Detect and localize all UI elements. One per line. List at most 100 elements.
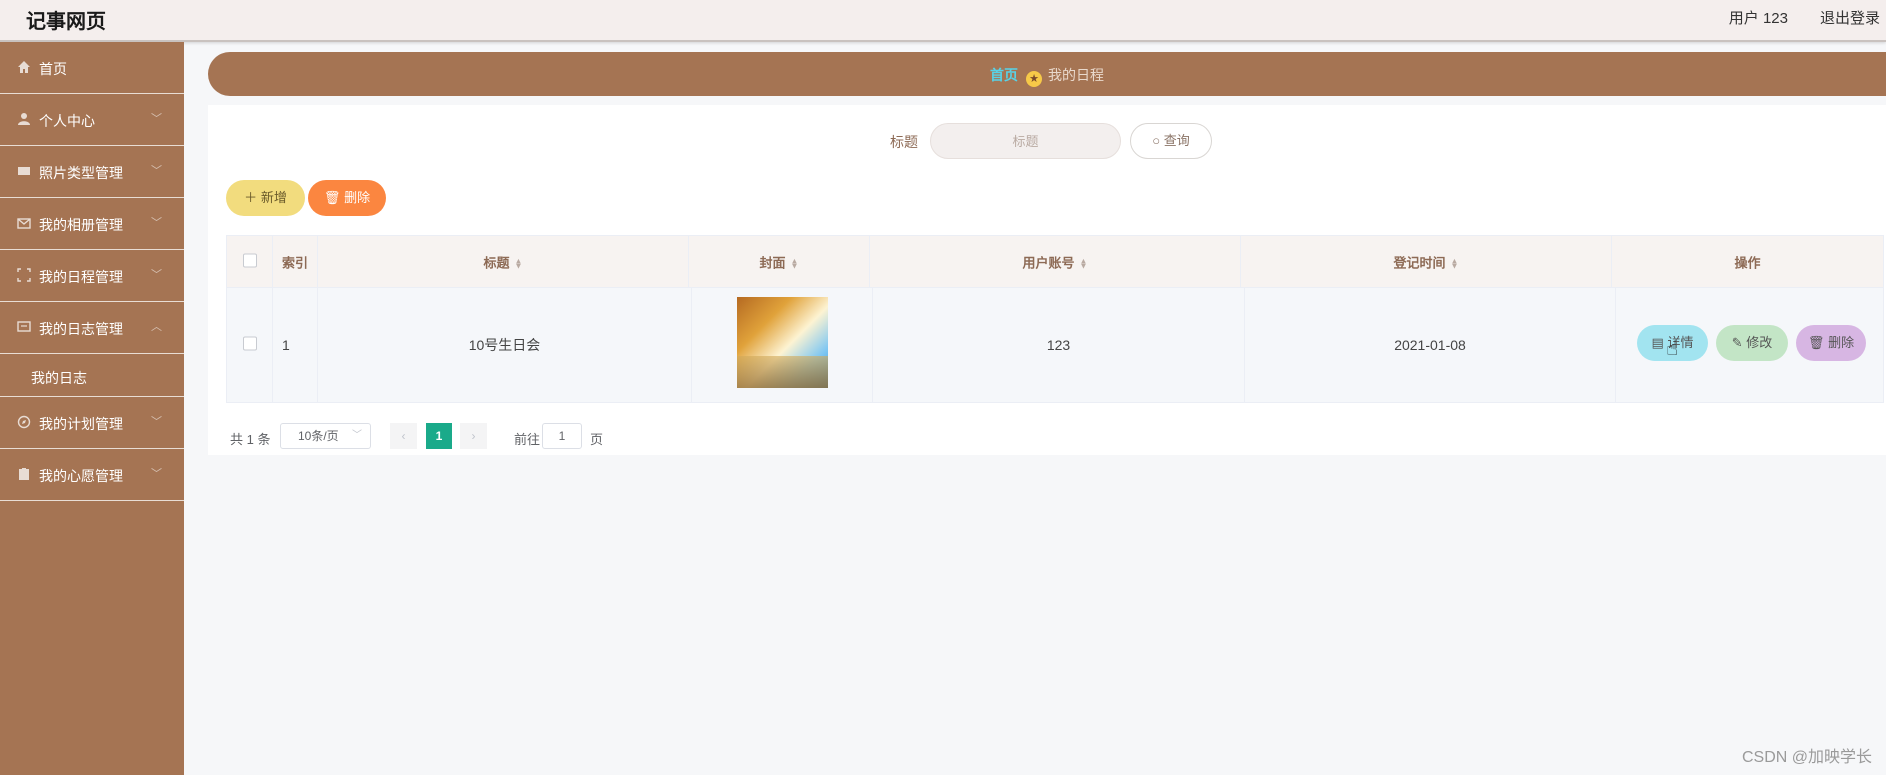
message-icon: [17, 321, 31, 332]
header-account-label: 用户账号: [1022, 255, 1075, 270]
pencil-icon: ✎: [1731, 335, 1743, 350]
breadcrumb-current: 我的日程: [1048, 67, 1104, 83]
watermark: CSDN @加映学长: [1741, 749, 1872, 766]
row-delete-button-label: 删除: [1828, 335, 1855, 350]
mail-icon: [17, 218, 31, 229]
sidebar: 首页 个人中心 ﹀ 照片类型管理 ﹀ 我的相册管理 ﹀ 我的日程管理 ﹀ 我的日…: [0, 42, 184, 775]
chevron-down-icon: ﹀: [151, 269, 162, 281]
sidebar-item-label: 我的心愿管理: [39, 468, 123, 484]
row-select-cell: [227, 288, 273, 402]
chevron-down-icon: ﹀: [151, 416, 162, 428]
edit-button[interactable]: ✎ 修改: [1716, 325, 1788, 361]
sidebar-item-personal-center[interactable]: 个人中心 ﹀: [0, 94, 184, 146]
page-unit-label: 页: [590, 432, 604, 447]
sidebar-item-label: 我的相册管理: [39, 217, 123, 233]
chevron-down-icon: ﹀: [352, 430, 362, 441]
next-page-button[interactable]: ›: [460, 423, 487, 449]
sort-icon[interactable]: ▲ ▼: [1451, 257, 1459, 270]
row-cover: [692, 288, 873, 402]
clipboard-icon: [19, 468, 29, 480]
header-cover-label: 封面: [759, 255, 786, 270]
page-jump-input[interactable]: [542, 423, 582, 449]
star-icon: ★: [1026, 71, 1042, 87]
sidebar-item-wish[interactable]: 我的心愿管理 ﹀: [0, 449, 184, 501]
breadcrumb: 首页 ★ 我的日程: [208, 52, 1886, 96]
row-date: 2021-01-08: [1245, 288, 1616, 402]
batch-delete-button[interactable]: 🗑 删除: [308, 180, 386, 216]
delete-button-label: 删除: [344, 190, 371, 205]
add-button[interactable]: ＋ 新增: [226, 180, 305, 216]
app-title: 记事网页: [26, 11, 106, 33]
document-icon: ▤: [1651, 335, 1664, 350]
add-button-label: 新增: [260, 190, 287, 205]
compass-icon: [17, 415, 31, 429]
logout-link[interactable]: 退出登录: [1820, 7, 1880, 28]
data-table: 索引 标题 ▲ ▼ 封面 ▲ ▼ 用户账号 ▲ ▼ 登记时间 ▲ ▼ 操作 1 10号生日会 1…: [226, 235, 1884, 403]
content-panel: 标题 ○ 查询 ＋ 新增 🗑 删除 索引 标题 ▲▼ 封面 ▲▼ 用户账号 ▲▼ 登记…: [208, 105, 1886, 455]
chevron-down-icon: ﹀: [151, 217, 162, 229]
chevron-down-icon: ﹀: [151, 165, 162, 177]
home-icon: [18, 61, 30, 73]
sort-icon[interactable]: ▲ ▼: [1080, 257, 1088, 270]
header-account[interactable]: 用户账号 ▲ ▼: [870, 236, 1241, 287]
sidebar-item-label: 个人中心: [39, 113, 95, 129]
search-icon: ○: [1152, 133, 1161, 148]
header-title-label: 标题: [483, 255, 510, 270]
row-title: 10号生日会: [318, 288, 692, 402]
trash-icon: 🗑: [1807, 335, 1825, 350]
row-checkbox[interactable]: [242, 336, 257, 351]
sort-icon[interactable]: ▲ ▼: [791, 257, 799, 270]
sidebar-item-photo-type[interactable]: 照片类型管理 ﹀: [0, 146, 184, 198]
table-row: 1 10号生日会 123 2021-01-08 ▤ 详情 ✎ 修改 🗑 删除: [227, 288, 1883, 402]
search-label: 标题: [890, 134, 918, 150]
row-delete-button[interactable]: 🗑 删除: [1796, 325, 1866, 361]
search-input[interactable]: [930, 123, 1121, 159]
header-title[interactable]: 标题 ▲ ▼: [318, 236, 689, 287]
sidebar-item-home[interactable]: 首页: [0, 42, 184, 94]
header-actions: 操作: [1734, 255, 1761, 270]
frame-icon: [17, 268, 31, 282]
current-page[interactable]: 1: [426, 423, 452, 449]
breadcrumb-home[interactable]: 首页: [990, 67, 1018, 83]
sidebar-item-album[interactable]: 我的相册管理 ﹀: [0, 198, 184, 250]
edit-button-label: 修改: [1746, 335, 1773, 350]
select-all-checkbox[interactable]: [242, 253, 257, 267]
goto-label: 前往: [514, 432, 541, 447]
search-button[interactable]: ○ 查询: [1130, 123, 1212, 159]
top-bar: 记事网页 用户 123 退出登录: [0, 0, 1886, 42]
pagination-total: 共 1 条: [230, 432, 271, 447]
chevron-down-icon: ﹀: [151, 113, 162, 125]
header-select-cell: [227, 236, 273, 287]
chevron-up-icon: ︿: [151, 321, 162, 333]
sidebar-item-diary[interactable]: 我的日志管理 ︿: [0, 302, 184, 354]
header-date-label: 登记时间: [1393, 255, 1446, 270]
prev-page-button[interactable]: ‹: [390, 423, 417, 449]
sidebar-item-schedule[interactable]: 我的日程管理 ﹀: [0, 250, 184, 302]
sidebar-item-label: 我的日程管理: [39, 269, 123, 285]
sidebar-item-label: 我的计划管理: [39, 416, 123, 432]
header-date[interactable]: 登记时间 ▲ ▼: [1241, 236, 1612, 287]
page-size-select[interactable]: 10条/页 ﹀: [280, 423, 371, 449]
sidebar-item-plan[interactable]: 我的计划管理 ﹀: [0, 397, 184, 449]
sidebar-item-label: 照片类型管理: [39, 165, 123, 181]
search-button-label: 查询: [1163, 133, 1190, 148]
current-user: 用户 123: [1728, 10, 1788, 27]
header-cover[interactable]: 封面 ▲ ▼: [689, 236, 870, 287]
trash-icon: 🗑: [323, 190, 341, 205]
row-account: 123: [873, 288, 1245, 402]
row-index: 1: [273, 288, 318, 402]
sidebar-item-label: 我的日志管理: [39, 321, 123, 337]
ticket-icon: [18, 167, 30, 175]
chevron-down-icon: ﹀: [151, 468, 162, 480]
mouse-cursor-icon: ☝: [1666, 338, 1679, 360]
cover-image[interactable]: [737, 297, 828, 388]
sidebar-subitem-my-diary[interactable]: 我的日志: [0, 354, 184, 397]
plus-icon: ＋: [244, 190, 258, 205]
header-index: 索引: [273, 236, 318, 287]
page-size-value: 10条/页: [298, 429, 339, 443]
row-actions: ▤ 详情 ✎ 修改 🗑 删除: [1616, 288, 1883, 402]
sidebar-item-label: 首页: [39, 61, 67, 77]
user-icon: [18, 113, 30, 125]
sort-icon[interactable]: ▲ ▼: [515, 257, 523, 270]
table-header: 索引 标题 ▲ ▼ 封面 ▲ ▼ 用户账号 ▲ ▼ 登记时间 ▲ ▼ 操作: [227, 236, 1883, 288]
